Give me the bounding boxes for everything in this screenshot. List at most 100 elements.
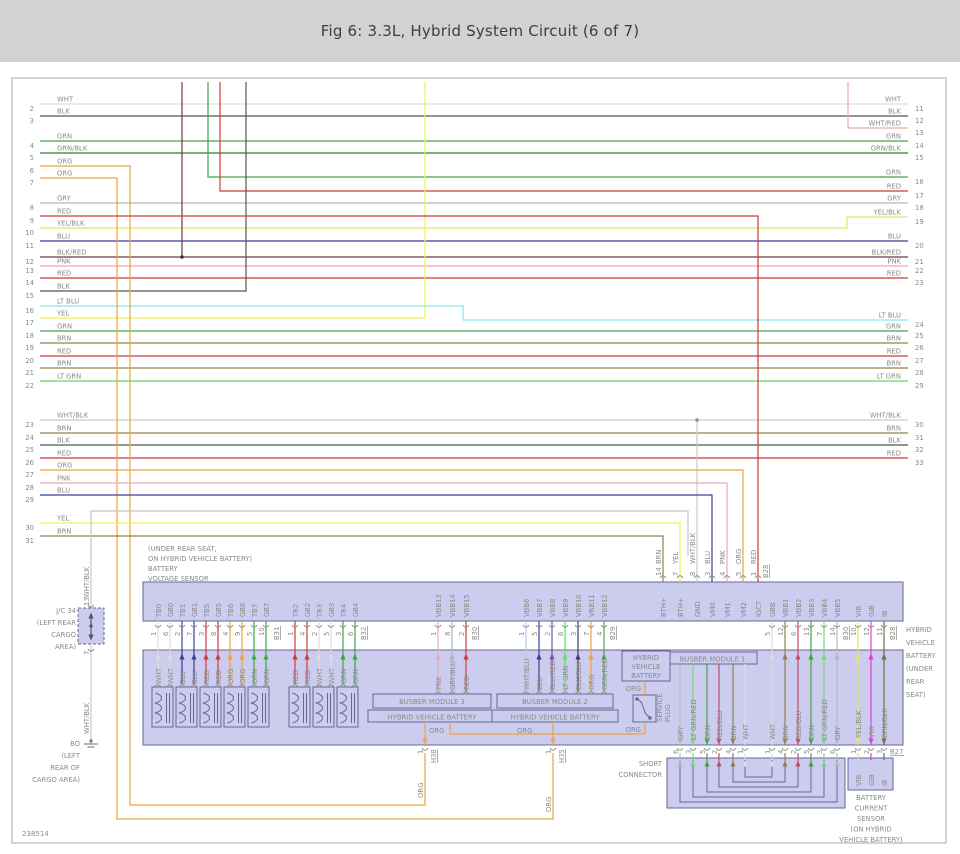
label: BRN [655, 550, 663, 564]
label: 1 [750, 572, 758, 576]
label: VEHICLE [632, 663, 661, 671]
label: 3 [704, 572, 712, 576]
pin-number: 11 [25, 242, 34, 250]
label: RED/BLU [795, 710, 803, 740]
pin-number: 15 [915, 154, 924, 162]
wire-label: BRN [57, 335, 71, 343]
pin-number: 16 [915, 178, 924, 186]
pin-number: 27 [25, 471, 34, 479]
wire-label: RED [57, 270, 71, 278]
label: GIB [868, 774, 876, 786]
wiring-diagram: 238514 (UNDER REAR SEAT,ON HYBRID VEHICL… [0, 0, 960, 854]
wire-label: BLK [888, 437, 901, 445]
wire-label: ORG [57, 462, 72, 470]
pin-number: 29 [25, 496, 34, 504]
label: ORG [417, 783, 425, 798]
wire-label: BLK [57, 108, 70, 116]
pin-number: 15 [25, 292, 34, 300]
label: VBB7 [536, 599, 544, 617]
label: ORG [626, 685, 641, 693]
wire-label: LT BLU [57, 298, 79, 306]
pin-number: 24 [25, 434, 34, 442]
label: BLU/RED [549, 660, 557, 690]
label: IGCT [755, 600, 763, 617]
label: ORG [227, 669, 235, 684]
label: 4 [777, 750, 785, 754]
label: 8 [689, 572, 697, 576]
pin-number: 25 [915, 332, 924, 340]
wire-label: GRN/BLK [871, 145, 902, 153]
label: RED [463, 676, 471, 690]
label: VIB [855, 774, 863, 786]
label: YEL/BLK [855, 710, 863, 739]
label: GRN [808, 725, 816, 740]
label: ORG [588, 675, 596, 690]
figure-number: 238514 [22, 830, 49, 838]
label: TB4 [340, 604, 348, 618]
label: RED [215, 670, 223, 684]
pin-number: 8 [30, 204, 34, 212]
label: CARGO [51, 631, 76, 639]
pin-number: 24 [915, 321, 924, 329]
label: 5 [246, 632, 254, 636]
label: (LEFT [61, 752, 81, 760]
label: ORG [545, 797, 553, 812]
pin-number: 2 [30, 105, 34, 113]
label: 1 [417, 750, 425, 754]
wire-label: BRN [57, 360, 71, 368]
label: VBB14 [449, 594, 457, 617]
label: ORG [626, 726, 641, 734]
label: HYBRID [906, 626, 932, 634]
junction-dot [180, 255, 183, 258]
label: VM0 [709, 602, 717, 617]
wire-label: GRN [886, 169, 901, 177]
wire-label: BLU [57, 233, 70, 241]
pin-number: 28 [915, 369, 924, 377]
label: GB2 [304, 603, 312, 617]
wire-label: BLK/RED [57, 249, 86, 257]
label: 7 [816, 632, 824, 636]
label: BRN [730, 726, 738, 740]
label: 7 [672, 572, 680, 576]
label: 1 [287, 632, 295, 636]
label: TB2 [292, 604, 300, 618]
pin-number: 33 [915, 459, 924, 467]
label: PLUG [664, 704, 672, 722]
wire-label: PNK [57, 258, 71, 266]
pin-number: 7 [30, 179, 34, 187]
label: 4 [299, 632, 307, 636]
label: 2 [544, 632, 552, 636]
pin-number: 26 [25, 459, 34, 467]
label: WHT/BLU [523, 659, 531, 690]
pin-number: 12 [915, 117, 924, 125]
pin-number: 30 [915, 421, 924, 429]
label: (UNDER REAR SEAT, [148, 545, 217, 553]
wire-label: BLK/RED [872, 249, 901, 257]
label: 8 [444, 632, 452, 636]
wire-label: GRN [57, 323, 72, 331]
wire [208, 82, 908, 177]
wire [40, 82, 246, 291]
label: TB3 [316, 604, 324, 618]
pin-number: 17 [25, 319, 34, 327]
label: J/C 34 [55, 607, 76, 615]
label: 3 [876, 750, 884, 754]
label: 3 [335, 632, 343, 636]
wire-label: RED [57, 450, 71, 458]
label: GRN [340, 669, 348, 684]
label: (LEFT REAR [37, 619, 77, 627]
label: ORG [735, 549, 743, 564]
label: VBB11 [588, 594, 596, 617]
pin-number: 31 [915, 434, 924, 442]
label: 1 [430, 632, 438, 636]
label: VOLTAGE SENSOR [148, 575, 209, 583]
label: 6 [347, 632, 355, 636]
label: VBB6 [523, 599, 531, 617]
label: TB0 [155, 604, 163, 618]
label: 5 [764, 632, 772, 636]
label: WHT/BLK [83, 566, 91, 598]
label: 13 [803, 627, 811, 636]
label: 10 [850, 627, 858, 636]
label: 5 [323, 632, 331, 636]
label: BRN [782, 726, 790, 740]
